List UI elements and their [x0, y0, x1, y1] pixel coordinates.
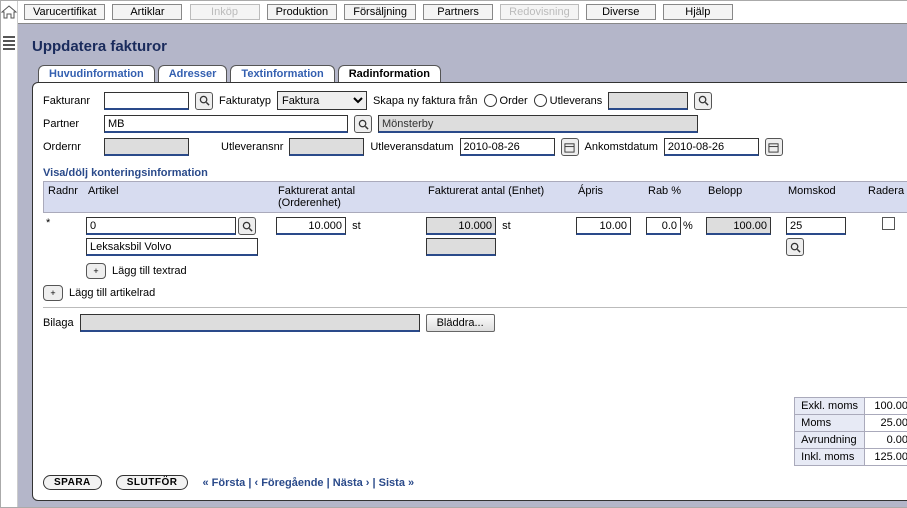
- utleveransdatum-label: Utleveransdatum: [370, 141, 453, 153]
- fakt-enhet-input: [426, 217, 496, 235]
- utlev-ref-input[interactable]: [608, 92, 688, 110]
- tab-adresser[interactable]: Adresser: [158, 65, 228, 82]
- radio-utleverans[interactable]: Utleverans: [534, 94, 603, 107]
- table-row: * + Lägg till textrad: [43, 213, 907, 279]
- ordernr-label: Ordernr: [43, 141, 98, 153]
- col-artikel: Artikel: [84, 182, 274, 212]
- bilaga-input[interactable]: [80, 314, 420, 332]
- add-artikelrad-icon[interactable]: +: [43, 285, 63, 301]
- belopp-input: [706, 217, 771, 235]
- rab-unit: %: [683, 220, 693, 232]
- exkl-label: Exkl. moms: [795, 398, 865, 415]
- unit-order: st: [352, 220, 361, 232]
- col-radera: Radera: [864, 182, 907, 212]
- momskod-input[interactable]: [786, 217, 846, 235]
- inkl-label: Inkl. moms: [795, 449, 865, 466]
- col-fakt-order: Fakturerat antal (Orderenhet): [274, 182, 424, 212]
- col-fakt-enhet: Fakturerat antal (Enhet): [424, 182, 574, 212]
- menu-varucertifikat[interactable]: Varucertifikat: [24, 4, 105, 20]
- partner-name: [378, 115, 698, 133]
- apris-input[interactable]: [576, 217, 631, 235]
- partner-label: Partner: [43, 118, 98, 130]
- utleveransnr-input[interactable]: [289, 138, 364, 156]
- add-textrad-label[interactable]: Lägg till textrad: [112, 265, 187, 277]
- momskod-lookup-icon[interactable]: [786, 238, 804, 256]
- fakturatyp-select[interactable]: Faktura: [277, 91, 367, 110]
- fakturanr-lookup-icon[interactable]: [195, 92, 213, 110]
- avr-label: Avrundning: [795, 432, 865, 449]
- utleveransnr-label: Utleveransnr: [221, 141, 283, 153]
- save-button[interactable]: SPARA: [43, 475, 102, 490]
- menu-artiklar[interactable]: Artiklar: [112, 4, 182, 20]
- skapa-label: Skapa ny faktura från: [373, 95, 478, 107]
- finish-button[interactable]: SLUTFÖR: [116, 475, 189, 490]
- col-momskod: Momskod: [784, 182, 864, 212]
- ordernr-input[interactable]: [104, 138, 189, 156]
- main-menu: Varucertifikat Artiklar Inköp Produktion…: [18, 1, 907, 24]
- browse-button[interactable]: Bläddra...: [426, 314, 495, 332]
- unit-enhet: st: [502, 220, 511, 232]
- row-radnr: *: [43, 217, 83, 229]
- inkl-value: 125.00: [865, 449, 907, 466]
- radio-order-label: Order: [500, 95, 528, 107]
- add-textrad-icon[interactable]: +: [86, 263, 106, 279]
- grid-header: Radnr Artikel Fakturerat antal (Orderenh…: [43, 181, 907, 213]
- tab-radinformation[interactable]: Radinformation: [338, 65, 441, 82]
- menu-redovisning: Redovisning: [500, 4, 579, 20]
- fakturanr-input[interactable]: [104, 92, 189, 110]
- menu-inkop: Inköp: [190, 4, 260, 20]
- page-title: Uppdatera fakturor: [32, 38, 907, 55]
- moms-value: 25.00: [865, 415, 907, 432]
- radio-order[interactable]: Order: [484, 94, 528, 107]
- menu-forsaljning[interactable]: Försäljning: [344, 4, 416, 20]
- nav-last[interactable]: Sista »: [379, 477, 414, 489]
- fakturatyp-label: Fakturatyp: [219, 95, 271, 107]
- utleveransdatum-input[interactable]: [460, 138, 555, 156]
- col-rab: Rab %: [644, 182, 704, 212]
- fakt-enhet-extra: [426, 238, 496, 256]
- fakturanr-label: Fakturanr: [43, 95, 98, 107]
- kontering-toggle[interactable]: Visa/dölj konteringsinformation: [43, 167, 907, 179]
- utleveransdatum-calendar-icon[interactable]: [561, 138, 579, 156]
- menu-produktion[interactable]: Produktion: [267, 4, 338, 20]
- menu-partners[interactable]: Partners: [423, 4, 493, 20]
- fakt-order-input[interactable]: [276, 217, 346, 235]
- artikel-lookup-icon[interactable]: [238, 217, 256, 235]
- ankomstdatum-calendar-icon[interactable]: [765, 138, 783, 156]
- utlev-ref-lookup-icon[interactable]: [694, 92, 712, 110]
- tab-huvudinformation[interactable]: Huvudinformation: [38, 65, 155, 82]
- partner-lookup-icon[interactable]: [354, 115, 372, 133]
- add-artikelrad-label[interactable]: Lägg till artikelrad: [69, 287, 155, 299]
- col-belopp: Belopp: [704, 182, 784, 212]
- home-icon[interactable]: [1, 5, 17, 19]
- moms-label: Moms: [795, 415, 865, 432]
- menu-diverse[interactable]: Diverse: [586, 4, 656, 20]
- radera-checkbox[interactable]: [882, 217, 895, 230]
- avr-value: 0.00: [865, 432, 907, 449]
- artikel-name-input[interactable]: [86, 238, 258, 256]
- ankomstdatum-label: Ankomstdatum: [585, 141, 658, 153]
- tab-textinformation[interactable]: Textinformation: [230, 65, 334, 82]
- totals-table: Exkl. moms100.00 Moms25.00 Avrundning0.0…: [794, 397, 907, 466]
- nav-next[interactable]: Nästa ›: [333, 477, 370, 489]
- rab-input[interactable]: [646, 217, 681, 235]
- menu-hjalp[interactable]: Hjälp: [663, 4, 733, 20]
- radio-utlev-label: Utleverans: [550, 95, 603, 107]
- nav-first[interactable]: « Första: [202, 477, 245, 489]
- bilaga-label: Bilaga: [43, 317, 74, 329]
- nav-prev[interactable]: ‹ Föregående: [254, 477, 323, 489]
- col-radnr: Radnr: [44, 182, 84, 212]
- artikel-code-input[interactable]: [86, 217, 236, 235]
- ankomstdatum-input[interactable]: [664, 138, 759, 156]
- partner-input[interactable]: [104, 115, 348, 133]
- menu-toggle-icon[interactable]: [3, 34, 15, 52]
- exkl-value: 100.00: [865, 398, 907, 415]
- col-apris: Ápris: [574, 182, 644, 212]
